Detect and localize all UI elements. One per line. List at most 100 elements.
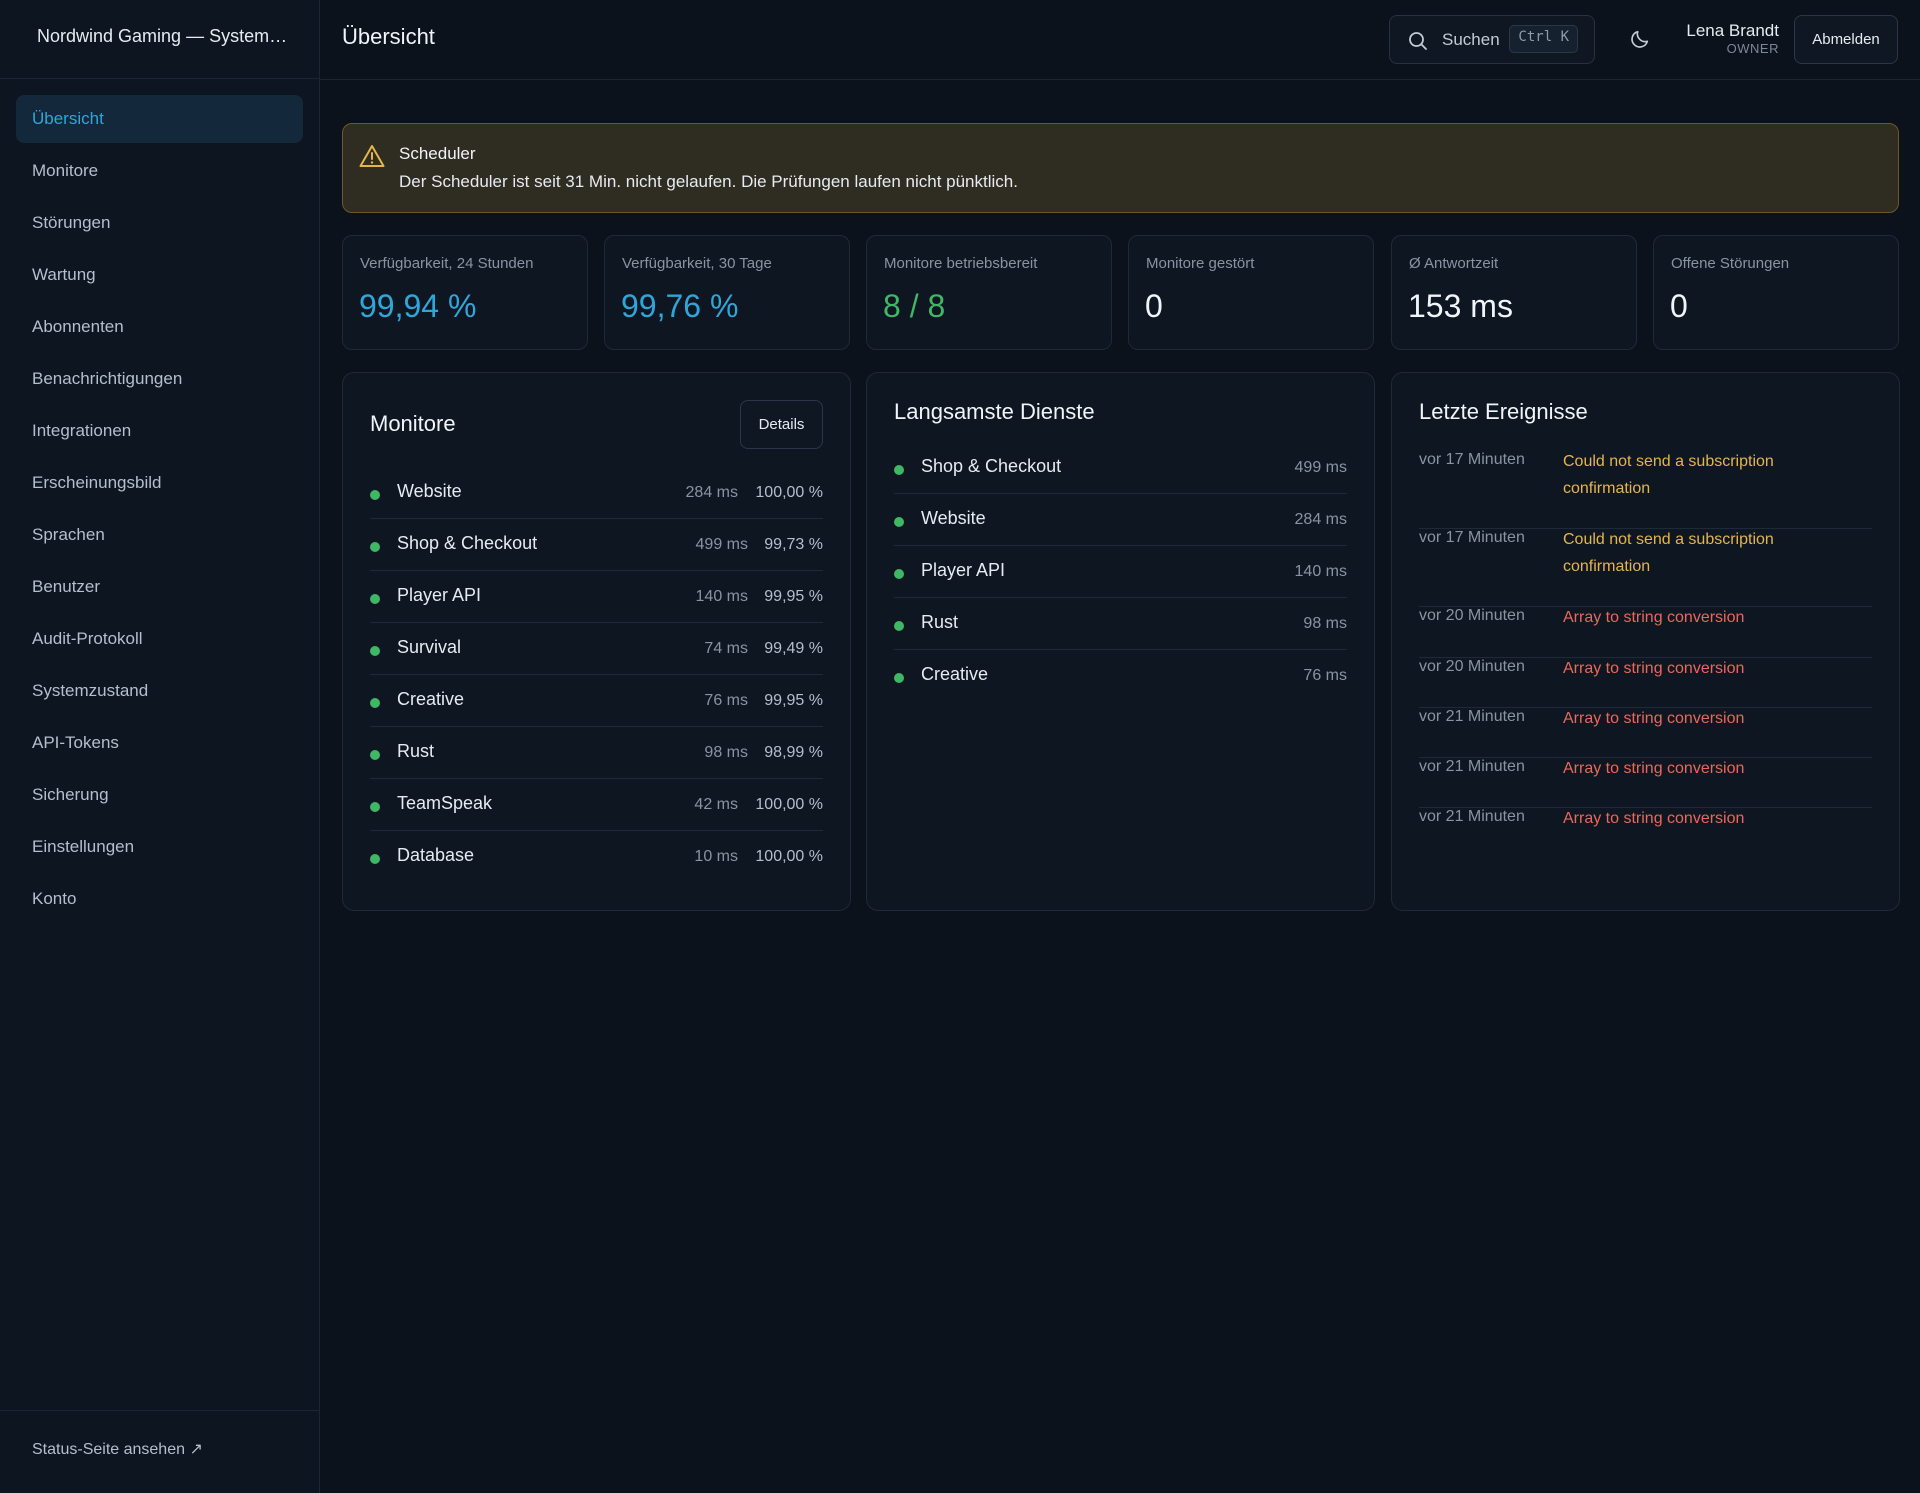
status-page-link[interactable]: Status-Seite ansehen ↗ xyxy=(32,1441,203,1458)
sidebar-item-abonnenten[interactable]: Abonnenten xyxy=(16,303,303,351)
monitor-name: TeamSpeak xyxy=(397,793,493,813)
monitor-row[interactable]: Database 10 ms 100,00 % xyxy=(370,831,823,883)
monitor-uptime: 99,49 % xyxy=(764,640,823,657)
event-time: vor 17 Minuten xyxy=(1419,529,1525,546)
kpi-label: Monitore gestört xyxy=(1146,255,1255,272)
kpi-label: Offene Störungen xyxy=(1671,255,1790,272)
scheduler-alert: Scheduler Der Scheduler ist seit 31 Min.… xyxy=(342,123,1899,213)
status-dot xyxy=(894,517,904,527)
sidebar-item-stoerungen[interactable]: Störungen xyxy=(16,199,303,247)
kpi-label: Verfügbarkeit, 30 Tage xyxy=(622,255,772,272)
sidebar-item-audit-protokoll[interactable]: Audit-Protokoll xyxy=(16,615,303,663)
monitor-row[interactable]: Player API 140 ms 99,95 % xyxy=(370,571,823,623)
user-name: Lena Brandt xyxy=(1686,21,1779,40)
service-row[interactable]: Player API 140 ms xyxy=(894,546,1347,598)
service-row[interactable]: Creative 76 ms xyxy=(894,650,1347,702)
status-dot xyxy=(370,594,380,604)
kpi-value: 153 ms xyxy=(1408,288,1513,324)
sidebar-item-konto[interactable]: Konto xyxy=(16,875,303,923)
alert-text: Der Scheduler ist seit 31 Min. nicht gel… xyxy=(399,172,1018,191)
event-time: vor 21 Minuten xyxy=(1419,808,1525,825)
sidebar-item-systemzustand[interactable]: Systemzustand xyxy=(16,667,303,715)
sidebar-item-sprachen[interactable]: Sprachen xyxy=(16,511,303,559)
sidebar-item-benachrichtigungen[interactable]: Benachrichtigungen xyxy=(16,355,303,403)
monitor-row[interactable]: Website 284 ms 100,00 % xyxy=(370,467,823,519)
status-dot xyxy=(370,854,380,864)
sidebar-item-benutzer[interactable]: Benutzer xyxy=(16,563,303,611)
theme-toggle[interactable] xyxy=(1629,28,1651,55)
monitor-name: Player API xyxy=(397,585,482,605)
recent-events-panel: Letzte Ereignisse vor 17 Minuten Could n… xyxy=(1391,372,1900,911)
event-row[interactable]: vor 17 Minuten Could not send a subscrip… xyxy=(1419,529,1872,607)
status-dot xyxy=(894,673,904,683)
sidebar: Nordwind Gaming — System… Übersicht Moni… xyxy=(0,0,320,1493)
search-button[interactable]: Suchen Ctrl K xyxy=(1389,15,1595,64)
status-dot xyxy=(370,802,380,812)
sidebar-nav: Übersicht Monitore Störungen Wartung Abo… xyxy=(0,79,319,923)
sidebar-item-uebersicht[interactable]: Übersicht xyxy=(16,95,303,143)
kpi-card-monitors-down: Monitore gestört 0 xyxy=(1128,235,1374,350)
monitor-row[interactable]: Shop & Checkout 499 ms 99,73 % xyxy=(370,519,823,571)
monitor-uptime: 99,95 % xyxy=(764,588,823,605)
monitor-response-time: 76 ms xyxy=(704,692,748,709)
monitor-name: Website xyxy=(397,481,462,501)
event-time: vor 21 Minuten xyxy=(1419,758,1525,775)
monitor-row[interactable]: Rust 98 ms 98,99 % xyxy=(370,727,823,779)
event-message: Could not send a subscription confirmati… xyxy=(1563,453,1774,497)
monitor-row[interactable]: Creative 76 ms 99,95 % xyxy=(370,675,823,727)
panel-title: Letzte Ereignisse xyxy=(1419,399,1588,424)
details-button[interactable]: Details xyxy=(740,400,823,449)
kpi-value: 99,94 % xyxy=(359,288,477,324)
kpi-card-uptime-30d: Verfügbarkeit, 30 Tage 99,76 % xyxy=(604,235,850,350)
monitor-response-time: 499 ms xyxy=(695,536,748,553)
event-row[interactable]: vor 21 Minuten Array to string conversio… xyxy=(1419,808,1872,858)
slowest-services-panel: Langsamste Dienste Shop & Checkout 499 ms… xyxy=(866,372,1375,911)
service-name: Creative xyxy=(921,664,989,684)
kpi-card-avg-response: Ø Antwortzeit 153 ms xyxy=(1391,235,1637,350)
sidebar-item-integrationen[interactable]: Integrationen xyxy=(16,407,303,455)
service-response-time: 284 ms xyxy=(1294,511,1347,528)
service-name: Player API xyxy=(921,560,1006,580)
status-dot xyxy=(370,542,380,552)
service-row[interactable]: Rust 98 ms xyxy=(894,598,1347,650)
slowest-list: Shop & Checkout 499 ms Website 284 ms Play… xyxy=(894,442,1347,702)
status-dot xyxy=(370,750,380,760)
sidebar-item-api-tokens[interactable]: API-Tokens xyxy=(16,719,303,767)
sidebar-item-einstellungen[interactable]: Einstellungen xyxy=(16,823,303,871)
event-list: vor 17 Minuten Could not send a subscrip… xyxy=(1419,451,1872,858)
event-row[interactable]: vor 20 Minuten Array to string conversio… xyxy=(1419,658,1872,708)
alert-title: Scheduler xyxy=(399,144,476,163)
event-row[interactable]: vor 21 Minuten Array to string conversio… xyxy=(1419,708,1872,758)
moon-icon xyxy=(1631,30,1649,48)
event-row[interactable]: vor 17 Minuten Could not send a subscrip… xyxy=(1419,451,1872,529)
monitor-uptime: 99,95 % xyxy=(764,692,823,709)
monitor-uptime: 98,99 % xyxy=(764,744,823,761)
event-time: vor 17 Minuten xyxy=(1419,451,1525,468)
event-row[interactable]: vor 21 Minuten Array to string conversio… xyxy=(1419,758,1872,808)
event-message: Array to string conversion xyxy=(1563,609,1745,626)
sidebar-item-sicherung[interactable]: Sicherung xyxy=(16,771,303,819)
warning-icon xyxy=(359,145,385,167)
service-response-time: 76 ms xyxy=(1303,667,1347,684)
monitor-list: Website 284 ms 100,00 % Shop & Checkout 499… xyxy=(370,467,823,883)
brand-title: Nordwind Gaming — System… xyxy=(0,0,319,79)
status-dot xyxy=(894,569,904,579)
service-response-time: 140 ms xyxy=(1294,563,1347,580)
monitor-row[interactable]: Survival 74 ms 99,49 % xyxy=(370,623,823,675)
event-row[interactable]: vor 20 Minuten Array to string conversio… xyxy=(1419,607,1872,658)
service-row[interactable]: Website 284 ms xyxy=(894,494,1347,546)
logout-button[interactable]: Abmelden xyxy=(1794,15,1898,64)
event-message: Array to string conversion xyxy=(1563,810,1745,827)
panel-title: Langsamste Dienste xyxy=(894,399,1095,424)
event-message: Array to string conversion xyxy=(1563,660,1745,677)
monitor-name: Database xyxy=(397,845,475,865)
monitor-row[interactable]: TeamSpeak 42 ms 100,00 % xyxy=(370,779,823,831)
sidebar-item-monitore[interactable]: Monitore xyxy=(16,147,303,195)
service-name: Website xyxy=(921,508,986,528)
service-row[interactable]: Shop & Checkout 499 ms xyxy=(894,442,1347,494)
event-time: vor 21 Minuten xyxy=(1419,708,1525,725)
sidebar-item-erscheinungsbild[interactable]: Erscheinungsbild xyxy=(16,459,303,507)
sidebar-item-wartung[interactable]: Wartung xyxy=(16,251,303,299)
status-dot xyxy=(894,621,904,631)
kpi-label: Monitore betriebsbereit xyxy=(884,255,1038,272)
